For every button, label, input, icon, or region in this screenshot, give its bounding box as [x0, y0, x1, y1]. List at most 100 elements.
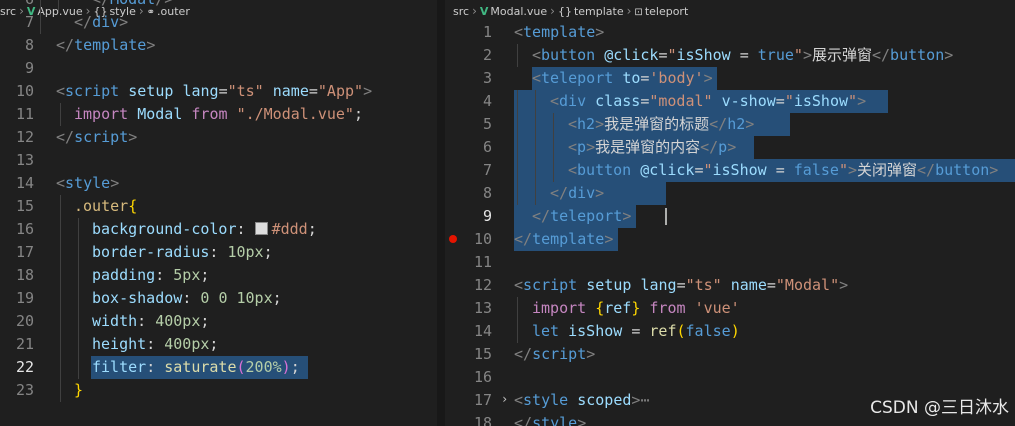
line-number[interactable]: 6 [0, 0, 34, 11]
breadcrumb-src[interactable]: src [453, 1, 469, 22]
line-number[interactable]: 9 [445, 205, 492, 228]
code-line[interactable]: 14 let isShow = ref(false) [445, 320, 1015, 343]
code-text[interactable]: background-color: #ddd; [92, 218, 317, 241]
code-text[interactable]: </style> [514, 412, 586, 426]
line-number[interactable]: 17 [445, 389, 492, 412]
line-number[interactable]: 1 [445, 21, 492, 44]
code-text[interactable]: <teleport to='body'> [532, 67, 713, 90]
code-line[interactable]: 15 </script> [445, 343, 1015, 366]
code-text[interactable]: box-shadow: 0 0 10px; [92, 287, 282, 310]
line-number[interactable]: 22 [0, 356, 34, 379]
code-line[interactable]: 3 <teleport to='body'> [445, 67, 1015, 90]
line-number[interactable]: 10 [0, 80, 34, 103]
code-text[interactable]: </teleport> [532, 205, 631, 228]
code-text[interactable]: width: 400px; [92, 310, 209, 333]
line-number[interactable]: 13 [445, 297, 492, 320]
line-number[interactable]: 9 [0, 57, 34, 80]
code-text[interactable]: filter: saturate(200%); [92, 356, 300, 379]
breakpoint-dot[interactable] [449, 235, 457, 243]
code-text[interactable]: padding: 5px; [92, 264, 209, 287]
code-line[interactable]: 13 [0, 149, 437, 172]
code-line[interactable]: 14 <style> [0, 172, 437, 195]
line-number[interactable]: 11 [445, 251, 492, 274]
code-text[interactable]: </div> [74, 11, 128, 34]
code-line[interactable]: 18 padding: 5px; [0, 264, 437, 287]
line-number[interactable]: 18 [445, 412, 492, 426]
code-text[interactable]: } [74, 379, 83, 402]
line-number[interactable]: 15 [445, 343, 492, 366]
line-number[interactable]: 12 [0, 126, 34, 149]
color-swatch[interactable] [254, 222, 268, 235]
code-line[interactable]: 16 background-color: #ddd; [0, 218, 437, 241]
right-editor[interactable]: src › V Modal.vue ›{} template › ⊡ teleport 1 <te… [445, 0, 1015, 426]
code-text[interactable]: <style scoped>⋯ [514, 389, 649, 412]
fold-chevron-icon[interactable]: › [501, 392, 508, 406]
line-number[interactable]: 20 [0, 310, 34, 333]
line-number[interactable]: 7 [0, 11, 34, 34]
line-number[interactable]: 14 [445, 320, 492, 343]
breadcrumb-section[interactable]: template [574, 1, 624, 22]
line-number[interactable]: 2 [445, 44, 492, 67]
code-line[interactable]: 15 .outer{ [0, 195, 437, 218]
line-number[interactable]: 16 [0, 218, 34, 241]
code-line[interactable]: 9 </teleport> [445, 205, 1015, 228]
line-number[interactable]: 7 [445, 159, 492, 182]
line-number[interactable]: 6 [445, 136, 492, 159]
code-line[interactable]: 17 border-radius: 10px; [0, 241, 437, 264]
code-text[interactable]: let isShow = ref(false) [532, 320, 740, 343]
code-line[interactable]: 12 </script> [0, 126, 437, 149]
code-line[interactable]: 4 <div class="modal" v-show="isShow"> [445, 90, 1015, 113]
line-number[interactable]: 17 [0, 241, 34, 264]
code-text[interactable]: </script> [56, 126, 137, 149]
line-number[interactable]: 15 [0, 195, 34, 218]
line-number[interactable]: 16 [445, 366, 492, 389]
code-line[interactable]: 8 </template> [0, 34, 437, 57]
code-text[interactable]: <style> [56, 172, 119, 195]
code-text[interactable]: </div> [550, 182, 604, 205]
code-line[interactable]: 19 box-shadow: 0 0 10px; [0, 287, 437, 310]
line-number[interactable]: 4 [445, 90, 492, 113]
code-text[interactable]: <h2>我是弹窗的标题</h2> [568, 113, 754, 136]
code-line[interactable]: 23} [0, 379, 437, 402]
code-text[interactable]: <script setup lang="ts" name="App"> [56, 80, 372, 103]
line-number[interactable]: 13 [0, 149, 34, 172]
code-line[interactable]: 6 <p>我是弹窗的内容</p> [445, 136, 1015, 159]
code-line[interactable]: 6 </Modal/> [0, 0, 437, 11]
code-text[interactable]: .outer{ [74, 195, 137, 218]
code-text[interactable]: <button @click="isShow = false">关闭弹窗</bu… [568, 159, 998, 182]
code-text[interactable]: </template> [56, 34, 155, 57]
code-line[interactable]: 16 [445, 366, 1015, 389]
line-number[interactable]: 14 [0, 172, 34, 195]
code-text[interactable]: border-radius: 10px; [92, 241, 273, 264]
line-number[interactable]: 21 [0, 333, 34, 356]
code-line[interactable]: 11 [445, 251, 1015, 274]
code-text[interactable]: <p>我是弹窗的内容</p> [568, 136, 736, 159]
code-text[interactable]: <script setup lang="ts" name="Modal"> [514, 274, 848, 297]
breadcrumb-symbol[interactable]: teleport [645, 1, 688, 22]
code-text[interactable]: <button @click="isShow = true">展示弹窗</but… [532, 44, 953, 67]
line-number[interactable]: 8 [0, 34, 34, 57]
line-number[interactable]: 5 [445, 113, 492, 136]
line-number[interactable]: 23 [0, 379, 34, 402]
code-text[interactable]: <template> [514, 21, 604, 44]
line-number[interactable]: 19 [0, 287, 34, 310]
code-text[interactable]: import {ref} from 'vue' [532, 297, 740, 320]
line-number[interactable]: 18 [0, 264, 34, 287]
code-line[interactable]: 9 [0, 57, 437, 80]
code-line[interactable]: 12 <script setup lang="ts" name="Modal"> [445, 274, 1015, 297]
code-text[interactable]: <div class="modal" v-show="isShow"> [550, 90, 866, 113]
code-text[interactable]: height: 400px; [92, 333, 218, 356]
code-line[interactable]: 11 import Modal from "./Modal.vue"; [0, 103, 437, 126]
split-divider[interactable] [437, 0, 445, 426]
line-number[interactable]: 11 [0, 103, 34, 126]
code-line[interactable]: 1 <template> [445, 21, 1015, 44]
line-number[interactable]: 3 [445, 67, 492, 90]
code-text[interactable]: </Modal/> [92, 0, 173, 11]
line-number[interactable]: 12 [445, 274, 492, 297]
code-text[interactable]: </script> [514, 343, 595, 366]
code-line[interactable]: 21 height: 400px; [0, 333, 437, 356]
code-line[interactable]: 13 import {ref} from 'vue' [445, 297, 1015, 320]
code-line[interactable]: 5 <h2>我是弹窗的标题</h2> [445, 113, 1015, 136]
code-text[interactable]: import Modal from "./Modal.vue"; [74, 103, 363, 126]
code-line[interactable]: 7 </div> [0, 11, 437, 34]
